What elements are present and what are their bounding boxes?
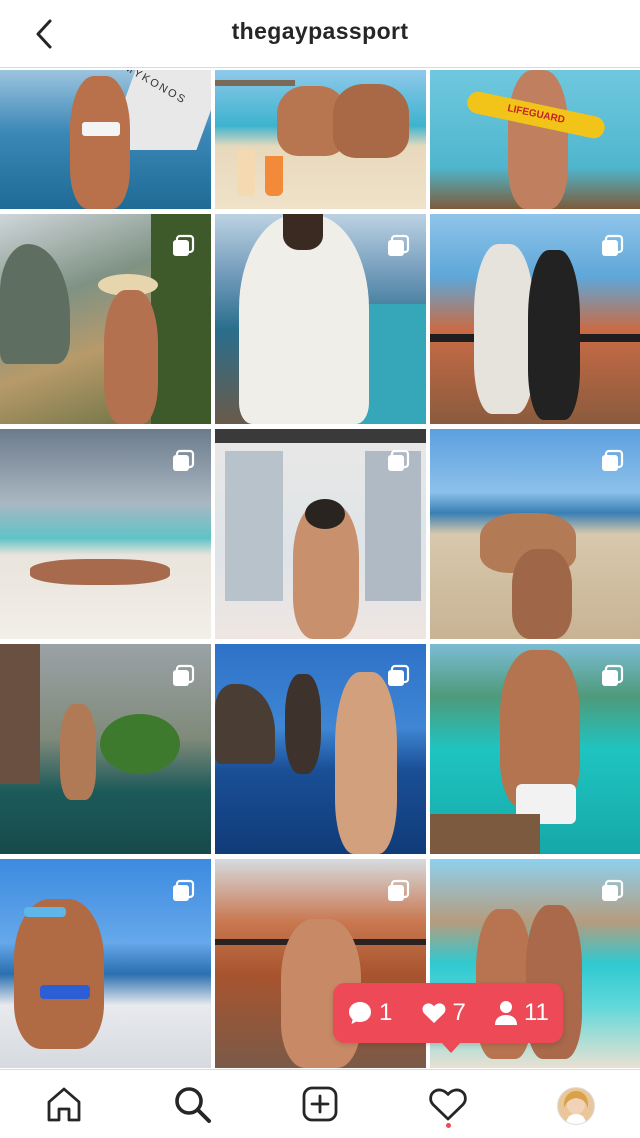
post-tile[interactable]	[0, 859, 211, 1068]
heart-icon	[422, 1003, 445, 1023]
carousel-icon	[173, 449, 195, 471]
like-count-value: 7	[452, 999, 466, 1026]
profile-avatar[interactable]	[557, 1087, 595, 1125]
carousel-icon	[602, 234, 624, 256]
home-icon	[47, 1087, 81, 1122]
comment-count-value: 1	[379, 999, 393, 1026]
post-tile[interactable]	[430, 429, 640, 639]
tab-search[interactable]	[170, 1082, 214, 1126]
follower-count: 11	[494, 999, 549, 1027]
top-header: thegaypassport	[0, 0, 640, 68]
tab-activity[interactable]	[426, 1082, 470, 1126]
page-title: thegaypassport	[231, 18, 409, 44]
post-tile[interactable]: LIFEGUARD	[430, 70, 640, 209]
post-tile[interactable]: MYKONOS	[0, 70, 211, 209]
like-count: 7	[421, 999, 466, 1027]
post-tile[interactable]	[215, 429, 426, 639]
carousel-icon	[388, 879, 410, 901]
person-icon	[494, 1001, 517, 1025]
activity-icon	[429, 1088, 467, 1121]
carousel-icon	[602, 664, 624, 686]
post-tile[interactable]	[430, 214, 640, 424]
comment-bubble-icon	[349, 1002, 372, 1024]
comment-count: 1	[347, 999, 392, 1027]
posts-grid: MYKONOS LIFEGUARD	[0, 70, 640, 1068]
carousel-icon	[388, 449, 410, 471]
carousel-icon	[173, 879, 195, 901]
activity-notification-bubble[interactable]: 1 7 11	[333, 983, 563, 1053]
post-tile[interactable]	[215, 214, 426, 424]
follower-count-value: 11	[523, 999, 549, 1026]
search-icon	[175, 1087, 211, 1123]
post-tile[interactable]	[215, 644, 426, 854]
activity-unread-dot	[446, 1123, 451, 1128]
post-tile[interactable]	[0, 429, 211, 639]
carousel-icon	[173, 664, 195, 686]
post-tile[interactable]	[215, 70, 426, 209]
carousel-icon	[388, 664, 410, 686]
carousel-icon	[388, 234, 410, 256]
avatar-image	[558, 1088, 594, 1124]
post-tile[interactable]	[0, 214, 211, 424]
carousel-icon	[602, 449, 624, 471]
bubble-tail	[441, 1042, 461, 1053]
carousel-icon	[602, 879, 624, 901]
add-post-icon	[302, 1086, 338, 1122]
post-tile[interactable]	[0, 644, 211, 854]
tab-home[interactable]	[42, 1082, 86, 1126]
carousel-icon	[173, 234, 195, 256]
bottom-tab-bar	[0, 1069, 640, 1138]
tab-new-post[interactable]	[298, 1082, 342, 1126]
post-tile[interactable]	[430, 644, 640, 854]
